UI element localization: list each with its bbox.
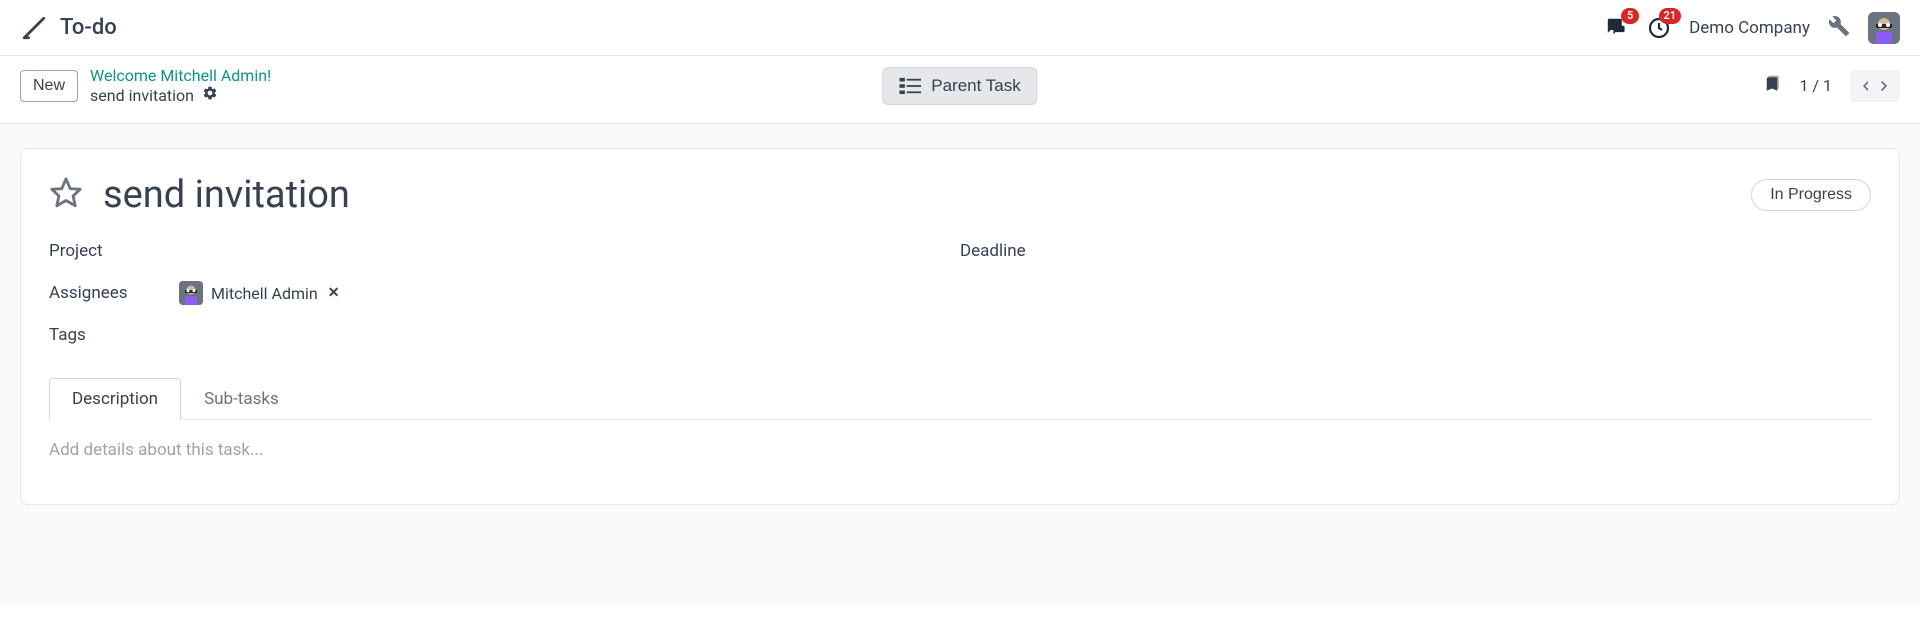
breadcrumb-current: send invitation [90, 86, 194, 105]
tab-subtasks[interactable]: Sub-tasks [181, 378, 302, 420]
activities-button[interactable]: 21 [1647, 16, 1671, 40]
activities-badge: 21 [1659, 8, 1682, 24]
bookmark-icon[interactable] [1763, 73, 1781, 99]
task-title[interactable]: send invitation [103, 173, 350, 217]
assignees-label: Assignees [49, 283, 139, 303]
parent-task-button[interactable]: Parent Task [882, 67, 1037, 105]
breadcrumb: Welcome Mitchell Admin! send invitation [90, 66, 271, 105]
next-button[interactable] [1868, 70, 1900, 102]
deadline-field[interactable]: Deadline [960, 241, 1871, 261]
parent-task-label: Parent Task [931, 76, 1020, 96]
tools-icon[interactable] [1828, 15, 1850, 41]
tab-description[interactable]: Description [49, 378, 181, 420]
tags-label: Tags [49, 325, 139, 345]
control-bar-center: Parent Task [882, 67, 1037, 105]
user-avatar[interactable] [1868, 12, 1900, 44]
description-placeholder: Add details about this task... [49, 440, 1871, 460]
content-area: send invitation In Progress Project Dead… [0, 124, 1920, 604]
control-bar-left: New Welcome Mitchell Admin! send invitat… [20, 66, 271, 105]
remove-assignee-icon[interactable]: ✕ [328, 285, 340, 301]
tags-field[interactable]: Tags [49, 325, 960, 345]
gear-icon[interactable] [202, 85, 218, 105]
assignee-name: Mitchell Admin [211, 284, 318, 303]
list-icon [899, 77, 921, 95]
edit-icon[interactable] [20, 14, 48, 42]
chevron-right-icon [1876, 78, 1892, 94]
breadcrumb-parent[interactable]: Welcome Mitchell Admin! [90, 66, 271, 85]
control-bar: New Welcome Mitchell Admin! send invitat… [0, 56, 1920, 124]
star-icon[interactable] [49, 176, 83, 214]
company-selector[interactable]: Demo Company [1689, 18, 1810, 38]
title-left: send invitation [49, 173, 350, 217]
project-field[interactable]: Project [49, 241, 960, 261]
app-title[interactable]: To-do [60, 15, 117, 40]
title-row: send invitation In Progress [49, 173, 1871, 217]
deadline-label: Deadline [960, 241, 1050, 261]
pager[interactable]: 1 / 1 [1799, 76, 1832, 95]
fields-grid: Project Deadline Assignees [49, 241, 1871, 345]
tab-content[interactable]: Add details about this task... [49, 420, 1871, 480]
messages-badge: 5 [1621, 8, 1639, 24]
project-label: Project [49, 241, 139, 261]
status-pill[interactable]: In Progress [1751, 179, 1871, 211]
top-bar-right: 5 21 Demo Company [1605, 12, 1900, 44]
top-bar-left: To-do [20, 14, 117, 42]
assignee-avatar [179, 281, 203, 305]
messages-button[interactable]: 5 [1605, 16, 1629, 40]
assignee-tag: Mitchell Admin ✕ [179, 281, 339, 305]
control-bar-right: 1 / 1 [1763, 70, 1900, 102]
task-card: send invitation In Progress Project Dead… [20, 148, 1900, 505]
pager-nav [1850, 70, 1900, 102]
breadcrumb-current-row: send invitation [90, 85, 271, 105]
tabs: Description Sub-tasks [49, 377, 1871, 420]
new-button[interactable]: New [20, 70, 78, 102]
assignees-field[interactable]: Assignees Mitchell Admin ✕ [49, 281, 960, 305]
top-bar: To-do 5 21 Demo Company [0, 0, 1920, 56]
